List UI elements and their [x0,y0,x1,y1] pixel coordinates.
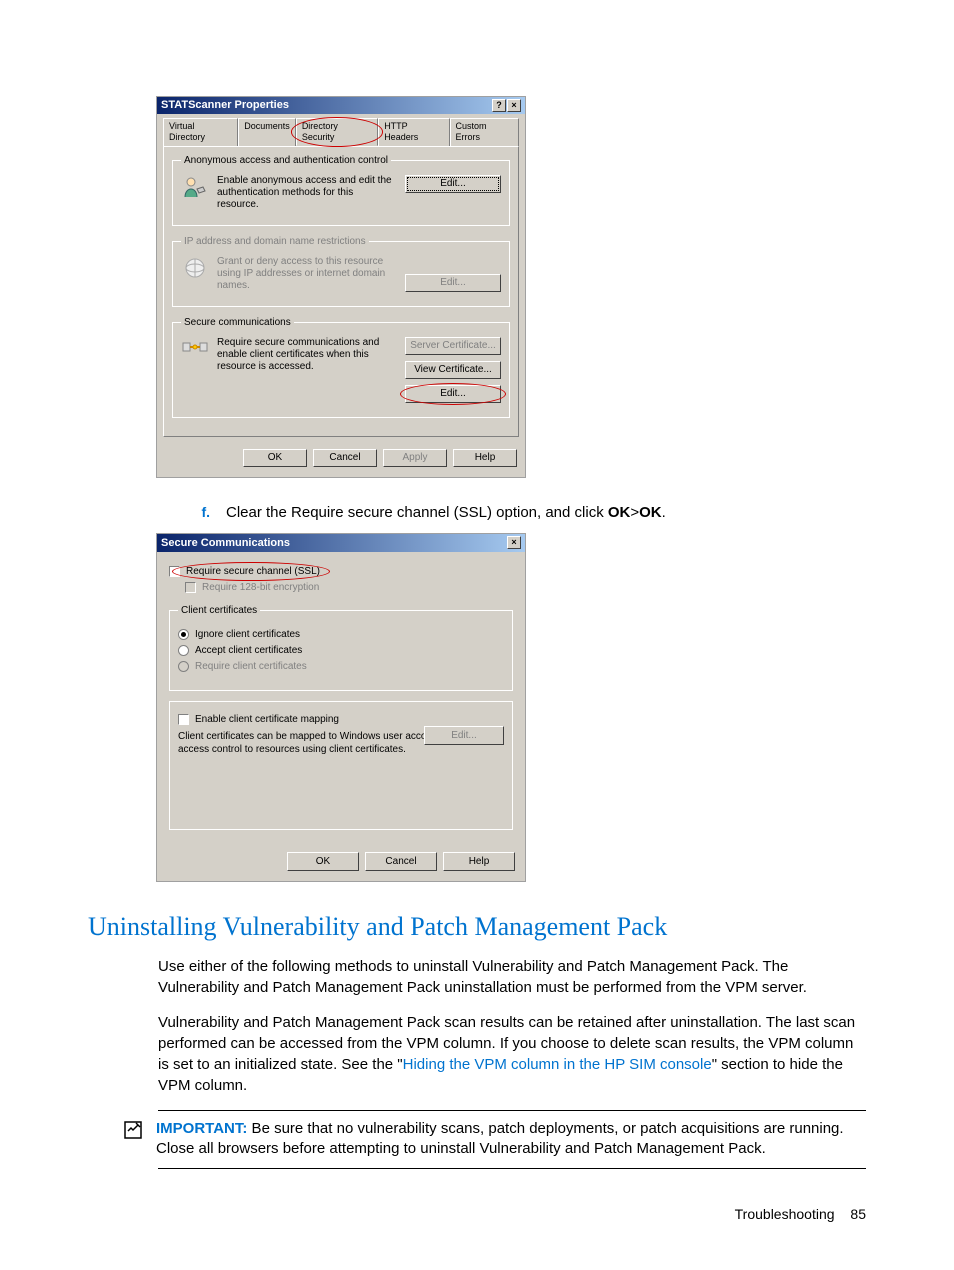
tab-documents[interactable]: Documents [238,118,296,146]
auth-group: Anonymous access and authentication cont… [172,155,510,226]
ignore-certs-radio[interactable]: Ignore client certificates [178,628,504,641]
auth-desc: Enable anonymous access and edit the aut… [217,175,397,211]
require-ssl-checkbox-row[interactable]: Require secure channel (SSL) [169,565,513,578]
checkbox-icon[interactable] [178,714,189,725]
ip-edit-button[interactable]: Edit... [405,274,501,292]
page-number: 85 [850,1206,866,1222]
step-label: f. [190,504,210,521]
mapping-edit-button[interactable]: Edit... [424,726,504,745]
ip-group: IP address and domain name restrictions … [172,236,510,307]
auth-legend: Anonymous access and authentication cont… [181,155,391,167]
tab-custom-errors[interactable]: Custom Errors [450,118,519,146]
client-certificates-group: Client certificates Ignore client certif… [169,604,513,691]
hiding-vpm-column-link[interactable]: Hiding the VPM column in the HP SIM cons… [403,1056,712,1073]
important-icon [122,1119,144,1160]
help-button[interactable]: Help [453,449,517,467]
server-certificate-button[interactable]: Server Certificate... [405,337,501,355]
enable-mapping-checkbox-row[interactable]: Enable client certificate mapping [178,713,504,726]
important-text: Be sure that no vulnerability scans, pat… [156,1120,844,1157]
cancel-button[interactable]: Cancel [313,449,377,467]
ip-desc: Grant or deny access to this resource us… [217,256,397,292]
statscanner-properties-dialog: STATScanner Properties ? × Virtual Direc… [156,96,526,478]
property-tabs: Virtual Directory Documents Directory Se… [157,114,525,146]
client-certs-legend: Client certificates [178,604,260,617]
help-icon[interactable]: ? [492,99,506,112]
enable-mapping-label: Enable client certificate mapping [195,713,339,726]
radio-icon[interactable] [178,629,189,640]
radio-icon[interactable] [178,645,189,656]
step-text: Clear the Require secure channel (SSL) o… [226,504,866,521]
dialog-titlebar: STATScanner Properties ? × [157,97,525,114]
tab-panel: Anonymous access and authentication cont… [163,146,519,437]
secure-group: Secure communications Require secure com… [172,317,510,418]
dialog2-title: Secure Communications [161,536,290,550]
important-note: IMPORTANT: Be sure that no vulnerability… [158,1110,866,1169]
dialog-title: STATScanner Properties [161,99,289,112]
paragraph-2: Vulnerability and Patch Management Pack … [158,1012,866,1096]
auth-icon [181,175,209,199]
tab-directory-security[interactable]: Directory Security [296,118,378,146]
dialog2-titlebar: Secure Communications × [157,534,525,552]
help-button[interactable]: Help [443,852,515,871]
auth-edit-button[interactable]: Edit... [405,175,501,193]
secure-legend: Secure communications [181,317,294,329]
dialog-button-row: OK Cancel Apply Help [157,443,525,477]
secure-desc: Require secure communications and enable… [217,337,397,373]
page-footer: Troubleshooting 85 [735,1206,866,1222]
ok-button[interactable]: OK [287,852,359,871]
close-icon[interactable]: × [507,99,521,112]
secure-edit-button[interactable]: Edit... [405,385,501,403]
certificate-mapping-group: Enable client certificate mapping Client… [169,701,513,830]
tab-virtual-directory[interactable]: Virtual Directory [163,118,238,146]
secure-communications-dialog: Secure Communications × Require secure c… [156,533,526,882]
secure-icon [181,337,209,357]
require-128-checkbox-row: Require 128-bit encryption [185,581,513,594]
ip-icon [181,256,209,280]
step-f: f. Clear the Require secure channel (SSL… [190,504,866,521]
paragraph-1: Use either of the following methods to u… [158,956,866,998]
radio-icon [178,661,189,672]
checkbox-icon [185,582,196,593]
ok-button[interactable]: OK [243,449,307,467]
tab-http-headers[interactable]: HTTP Headers [378,118,449,146]
footer-section: Troubleshooting [735,1206,835,1222]
require-certs-radio: Require client certificates [178,660,504,673]
apply-button[interactable]: Apply [383,449,447,467]
require-128-label: Require 128-bit encryption [202,581,319,594]
view-certificate-button[interactable]: View Certificate... [405,361,501,379]
important-label: IMPORTANT: [156,1120,247,1137]
checkbox-icon[interactable] [169,566,180,577]
dialog2-button-row: OK Cancel Help [157,846,525,881]
close-icon[interactable]: × [507,536,521,549]
ip-legend: IP address and domain name restrictions [181,236,369,248]
accept-certs-radio[interactable]: Accept client certificates [178,644,504,657]
cancel-button[interactable]: Cancel [365,852,437,871]
require-ssl-label: Require secure channel (SSL) [186,565,320,578]
section-heading: Uninstalling Vulnerability and Patch Man… [88,912,866,942]
